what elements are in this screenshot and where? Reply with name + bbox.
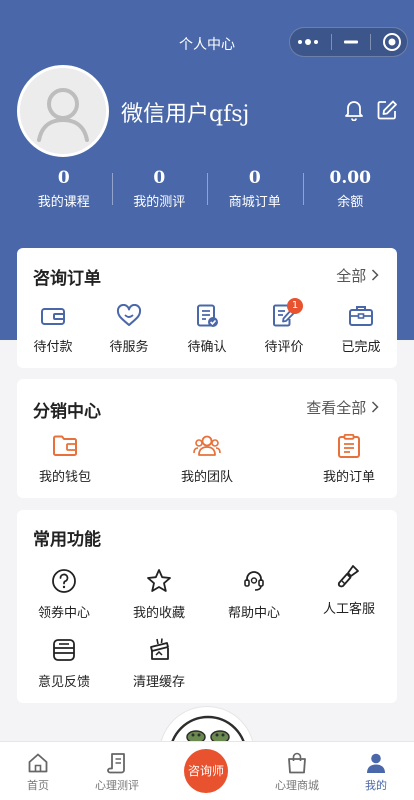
scroll-icon [107,753,125,774]
capsule-divider [369,34,371,50]
view-all-orders-link[interactable]: 全部 [336,265,379,286]
item-label: 待服务 [109,340,149,355]
item-label: 意见反馈 [37,675,90,690]
question-circle-icon [52,569,76,593]
user-icon [367,753,385,773]
common-functions-card: 常用功能 领券中心 我的收藏 帮助中心 人工客服 意见反馈 清理缓存 [17,510,397,703]
chevron-right-icon [371,269,379,281]
item-label: 待付款 [33,340,73,355]
edit-icon[interactable] [376,99,398,121]
tab-label: 心理测评 [95,779,139,792]
view-all-distribution-link[interactable]: 查看全部 [306,397,379,418]
my-wallet[interactable]: 我的钱包 [27,434,103,485]
tab-mall[interactable]: 心理商城 [257,752,337,793]
order-pending-payment[interactable]: 待付款 [15,304,91,355]
more-icon[interactable] [296,37,320,47]
avatar[interactable] [17,65,109,157]
wallet-icon [41,308,65,325]
card-title: 分销中心 [33,402,101,422]
feedback[interactable]: 意见反馈 [26,637,102,690]
stat-label: 我的测评 [133,195,186,210]
order-list-icon [338,434,360,458]
stat-balance[interactable]: 0.00 余额 [302,168,399,210]
clean-icon [150,638,169,660]
counselor-center-button[interactable]: 咨询师 [184,749,228,793]
clear-cache[interactable]: 清理缓存 [121,637,197,690]
feedback-icon [53,639,75,661]
stat-label: 我的课程 [37,195,90,210]
brush-icon [337,565,359,588]
my-distribution-orders[interactable]: 我的订单 [311,434,387,485]
home-icon [28,753,48,773]
distribution-center-card: 分销中心 查看全部 我的钱包 我的团队 我的订单 [17,379,397,498]
item-label: 我的钱包 [38,470,91,485]
folder-wallet-icon [53,435,77,456]
tab-label: 心理商城 [275,779,319,792]
view-all-label: 全部 [336,267,367,285]
stat-value: 0.00 [329,168,371,188]
chevron-right-icon [371,401,379,413]
my-team[interactable]: 我的团队 [169,434,245,485]
clipboard-check-icon [197,304,218,327]
item-label: 帮助中心 [227,606,280,621]
briefcase-icon [349,306,373,326]
team-icon [193,435,221,456]
capsule-divider [330,34,332,50]
close-target-icon[interactable] [382,32,402,52]
item-label: 待评价 [264,340,304,355]
order-pending-confirm[interactable]: 待确认 [169,304,245,355]
bell-icon[interactable] [344,99,364,121]
order-pending-service[interactable]: 待服务 [91,304,167,355]
default-avatar-icon [20,68,106,154]
item-label: 清理缓存 [132,675,185,690]
order-pending-review[interactable]: 1 待评价 [246,298,322,355]
stat-value: 0 [57,168,70,188]
consult-orders-card: 咨询订单 全部 待付款 待服务 待确认 1 待评价 已完成 [17,248,397,368]
star-icon [147,569,171,592]
tab-home[interactable]: 首页 [0,752,78,793]
coupon-center[interactable]: 领券中心 [26,568,102,621]
item-label: 我的订单 [322,470,375,485]
card-title: 咨询订单 [33,269,101,289]
item-label: 待确认 [187,340,227,355]
tab-label: 我的 [365,779,387,792]
my-favorites[interactable]: 我的收藏 [121,568,197,621]
stats-row: 0 我的课程 0 我的测评 0 商城订单 0.00 余额 [16,168,398,210]
heart-icon [116,304,142,326]
stat-label: 商城订单 [228,195,281,210]
minimize-icon[interactable] [343,40,359,44]
item-label: 我的团队 [180,470,233,485]
username[interactable]: 微信用户qfsj [121,96,249,128]
headset-icon [244,571,264,591]
stat-assessments[interactable]: 0 我的测评 [111,168,208,210]
stat-courses[interactable]: 0 我的课程 [16,168,112,210]
card-title: 常用功能 [33,530,101,550]
stat-value: 0 [248,168,261,188]
review-count-badge: 1 [287,298,303,314]
mini-program-capsule [289,27,408,57]
shopping-bag-icon [288,752,306,774]
view-all-label: 查看全部 [306,399,367,417]
item-label: 人工客服 [322,602,375,617]
order-completed[interactable]: 已完成 [323,304,399,355]
item-label: 我的收藏 [132,606,185,621]
help-center[interactable]: 帮助中心 [216,568,292,621]
stat-label: 余额 [337,195,364,210]
tab-assessment[interactable]: 心理测评 [77,752,157,793]
tab-label: 首页 [27,779,49,792]
human-customer-service[interactable]: 人工客服 [311,564,387,617]
stat-value: 0 [153,168,166,188]
item-label: 领券中心 [37,606,90,621]
item-label: 已完成 [341,340,381,355]
stat-mall-orders[interactable]: 0 商城订单 [207,168,303,210]
tab-mine[interactable]: 我的 [336,752,414,793]
